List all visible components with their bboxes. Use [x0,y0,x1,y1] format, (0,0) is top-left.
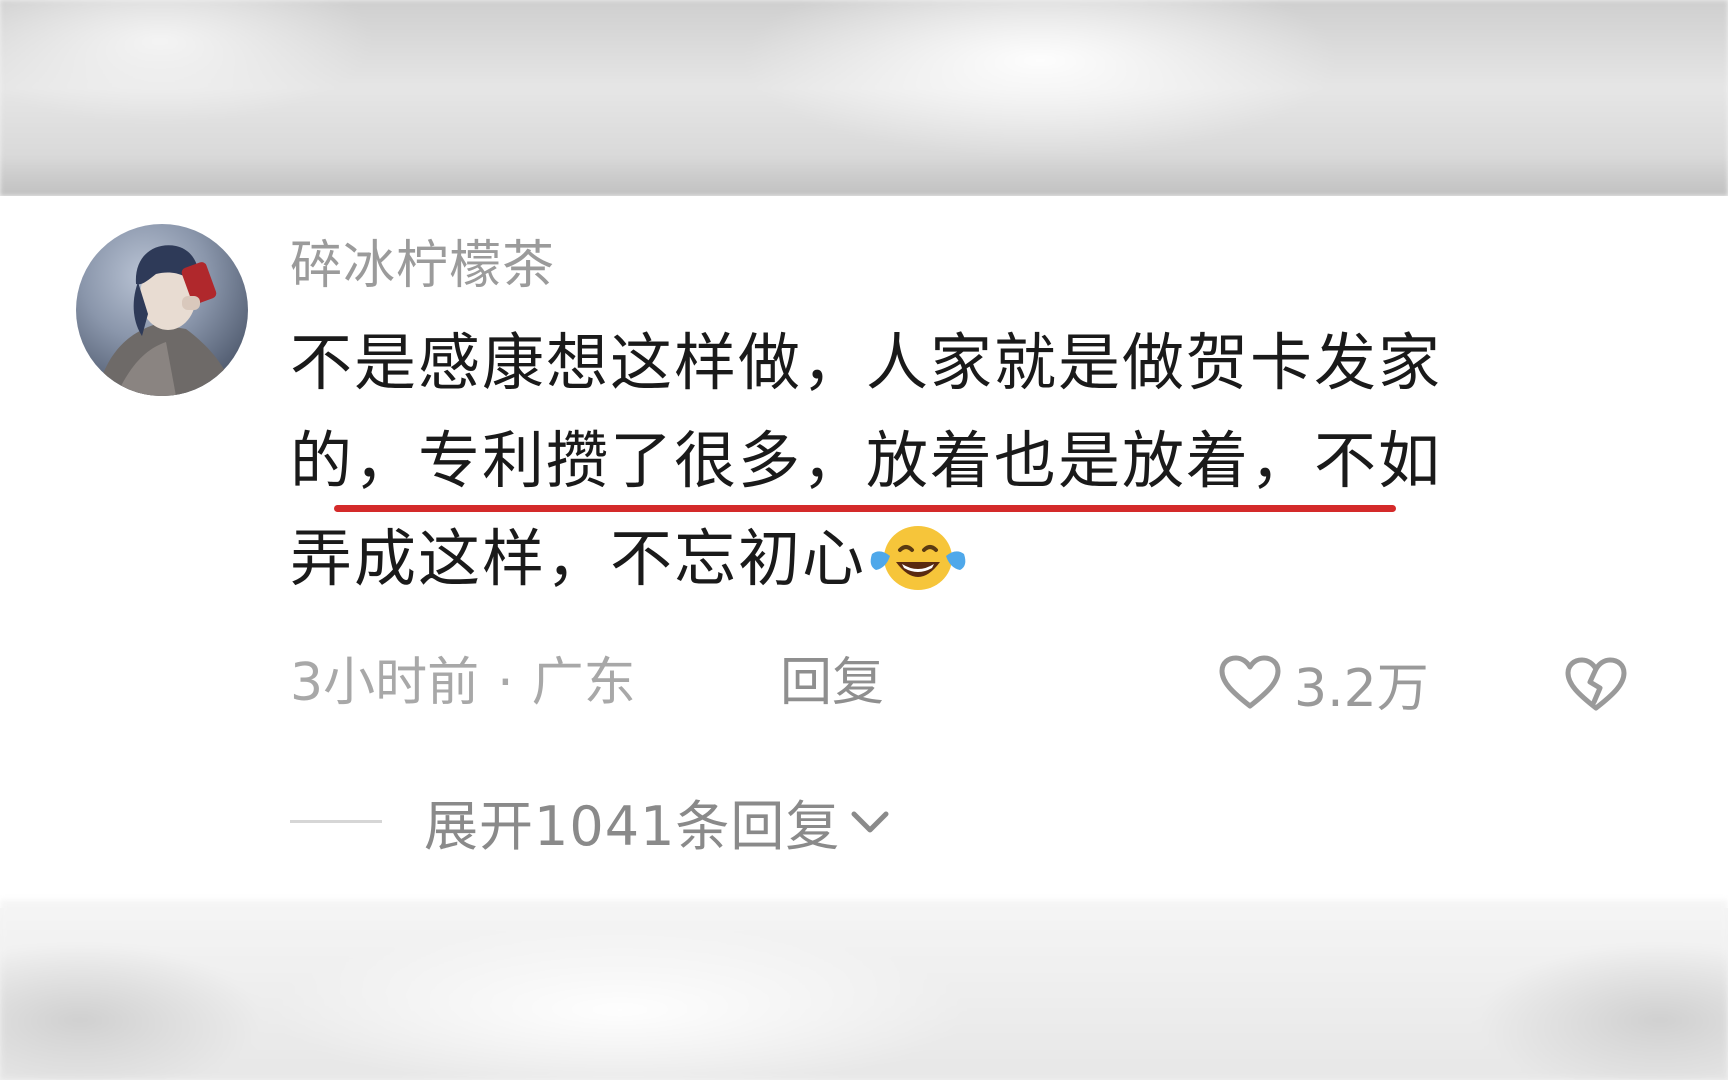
avatar-illustration [96,245,236,396]
face-with-tears-of-joy-icon [870,526,966,590]
blurred-background-bottom [0,900,1728,1080]
chevron-down-icon [851,811,889,833]
comment-time: 3小时前 [290,653,480,713]
red-underline-annotation [334,505,1396,512]
comment-card: 碎冰柠檬茶 不是感康想这样做，人家就是做贺卡发家 的，专利攒了很多，放着也是放着… [0,196,1728,908]
heart-icon [1219,655,1281,709]
meta-separator: · [497,653,514,713]
comment-text: 不是感康想这样做，人家就是做贺卡发家 的，专利攒了很多，放着也是放着，不如 弄成… [290,314,1610,608]
expand-divider-line [290,819,382,823]
comment-location: 广东 [531,653,636,713]
like-count: 3.2万 [1294,658,1429,719]
expand-replies-label: 展开1041条回复 [424,794,841,858]
user-avatar[interactable] [76,224,248,396]
expand-replies-button[interactable]: 展开1041条回复 [290,786,892,858]
comment-meta: 3小时前 · 广东 [290,648,636,718]
username[interactable]: 碎冰柠檬茶 [290,236,555,296]
comment-line: 不是感康想这样做，人家就是做贺卡发家 [290,326,1443,399]
comment-line-text: 弄成这样，不忘初心 [290,522,867,595]
broken-heart-icon [1565,657,1627,711]
blurred-background-top [0,0,1728,196]
comment-line: 弄成这样，不忘初心 [290,510,1610,608]
dislike-button[interactable] [1564,656,1628,718]
reply-button[interactable]: 回复 [780,648,884,718]
like-button[interactable]: 3.2万 [1218,648,1429,719]
comment-line: 的，专利攒了很多，放着也是放着，不如 [290,424,1443,497]
